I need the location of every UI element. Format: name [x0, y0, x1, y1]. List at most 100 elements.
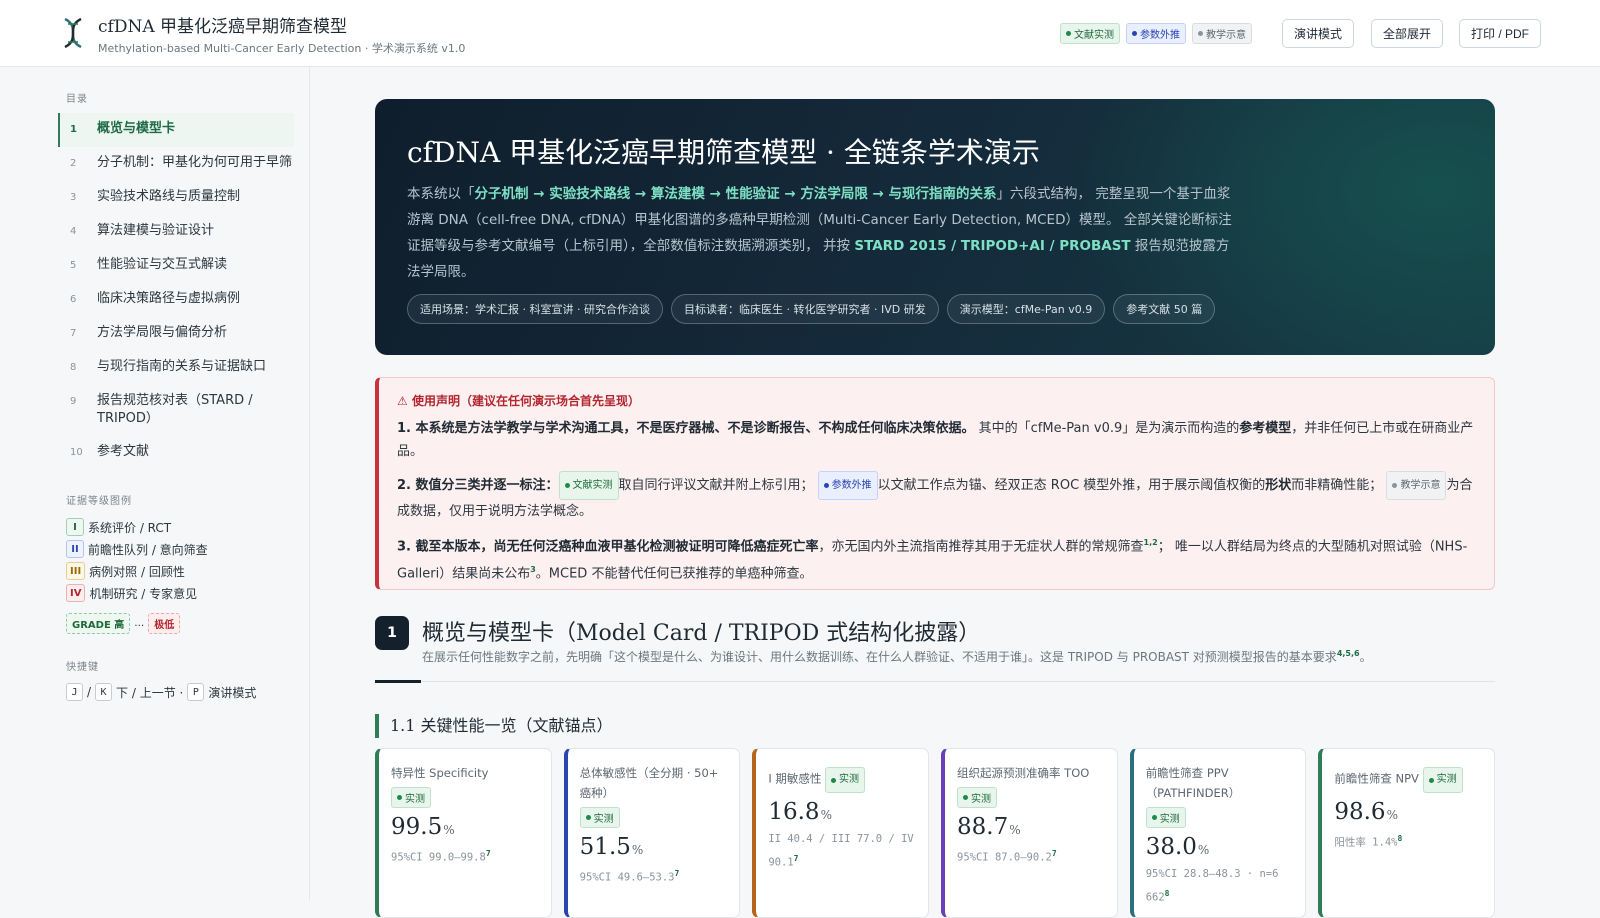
- toc-item-guidelines[interactable]: 8 与现行指南的关系与证据缺口: [58, 351, 294, 385]
- badge-measured: 实测: [957, 787, 998, 808]
- print-pdf-button[interactable]: 打印 / PDF: [1459, 19, 1542, 48]
- table-of-contents: 1 概览与模型卡 2 分子机制：甲基化为何可用于早筛 3 实验技术路线与质量控制 4算…: [58, 113, 294, 470]
- evidence-level-2: II 前瞻性队列 / 意向筛查: [66, 538, 208, 560]
- presentation-mode-button[interactable]: 演讲模式: [1282, 19, 1355, 48]
- hero-tags: 适用场景：学术汇报 · 科室宣讲 · 研究合作洽谈 目标读者：临床医生 · 转化…: [407, 294, 1216, 324]
- toc-heading: 目录: [66, 94, 88, 105]
- badge-measured: 实测: [1145, 807, 1186, 828]
- hero-banner: cfDNA 甲基化泛癌早期筛查模型 · 全链条学术演示 本系统以「分子机制 → …: [375, 99, 1495, 355]
- badge-measured: 实测: [1422, 767, 1463, 793]
- dot-icon: [1198, 31, 1203, 36]
- badge-measured: 实测: [825, 767, 866, 793]
- tag-demo-model: 演示模型：cfMe-Pan v0.9: [946, 294, 1106, 324]
- dot-icon: [963, 795, 969, 800]
- disclaimer-item-3: 3. 截至本版本，尚无任何泛癌种血液甲基化检测被证明可降低癌症死亡率，亦无国内外…: [397, 538, 1468, 582]
- usage-disclaimer: ⚠ 使用声明（建议在任何演示场合首先呈现） 1. 本系统是方法学教学与学术沟通工…: [375, 377, 1495, 590]
- metric-card-too-accuracy: 组织起源预测准确率 TOO 实测 88.7% 95%CI 87.0–90.27: [941, 748, 1118, 918]
- metric-note: 95%CI 49.6–53.37: [579, 869, 680, 884]
- badge-teaching-demo: 教学示意: [1192, 23, 1252, 44]
- badge-measured: 实测: [391, 787, 431, 808]
- dot-icon: [1428, 777, 1434, 783]
- top-header: cfDNA 甲基化泛癌早期筛查模型 Methylation-based Mult…: [0, 0, 1600, 67]
- dot-icon: [1132, 31, 1137, 36]
- toc-item-lab-workflow[interactable]: 3 实验技术路线与质量控制: [58, 181, 294, 215]
- expand-all-button[interactable]: 全部展开: [1371, 19, 1444, 48]
- metric-note: 95%CI 87.0–90.27: [957, 849, 1057, 864]
- metric-card-npv: 前瞻性筛查 NPV 实测 98.6% 阳性率 1.4%8: [1318, 748, 1496, 918]
- metric-card-sensitivity: 总体敏感性（全分期 · 50+ 癌种） 实测 51.5% 95%CI 49.6–…: [563, 748, 741, 918]
- toc-item-algorithm[interactable]: 4 算法建模与验证设计: [58, 215, 294, 249]
- citation-ref[interactable]: 4,5,6: [1337, 649, 1360, 658]
- dot-icon: [823, 483, 829, 488]
- metric-card-specificity: 特异性 Specificity 实测 99.5% 95%CI 99.0–99.8…: [375, 748, 552, 918]
- badge-measured: 实测: [579, 807, 620, 828]
- warning-icon: ⚠: [397, 394, 412, 408]
- key-j: J: [66, 683, 83, 701]
- toc-item-overview[interactable]: 1 概览与模型卡: [58, 113, 294, 147]
- section-title: 概览与模型卡（Model Card / TRIPOD 式结构化披露）: [422, 621, 981, 646]
- toc-item-clinical-pathway[interactable]: 6 临床决策路径与虚拟病例: [58, 283, 294, 317]
- citation-ref[interactable]: 7: [486, 849, 491, 858]
- hero-title: cfDNA 甲基化泛癌早期筛查模型 · 全链条学术演示: [407, 136, 1040, 169]
- keyboard-shortcuts: J / K 下 / 上一节 · P 演讲模式: [66, 683, 256, 701]
- dot-icon: [1151, 815, 1157, 820]
- metric-note: 95%CI 28.8–48.3 · n=6 6628: [1145, 868, 1279, 904]
- citation-ref[interactable]: 7: [794, 854, 799, 863]
- grade-high-badge: GRADE 高: [66, 613, 131, 634]
- metric-cards: 特异性 Specificity 实测 99.5% 95%CI 99.0–99.8…: [375, 748, 1496, 918]
- evidence-legend-heading: 证据等级图例: [66, 496, 132, 507]
- toc-item-checklist[interactable]: 9 报告规范核对表（STARD / TRIPOD）: [58, 385, 294, 436]
- evidence-level-3: III 病例对照 / 回顾性: [66, 560, 208, 582]
- evidence-level-legend: I 系统评价 / RCT II 前瞻性队列 / 意向筛查 III 病例对照 / 回顾性…: [66, 516, 208, 604]
- metric-card-stage1-sensitivity: I 期敏感性 实测 16.8% II 40.4 / III 77.0 / IV …: [752, 748, 930, 918]
- subsection-heading: 1.1 关键性能一览（文献锚点）: [375, 714, 613, 738]
- dot-icon: [397, 795, 402, 800]
- citation-ref[interactable]: 1,2: [1144, 538, 1158, 547]
- citation-ref[interactable]: 8: [1165, 889, 1170, 898]
- citation-ref[interactable]: 7: [675, 869, 680, 878]
- section-number: 1: [375, 616, 409, 650]
- metric-card-ppv: 前瞻性筛查 PPV（PATHFINDER） 实测 38.0% 95%CI 28.…: [1129, 748, 1307, 918]
- evidence-level-1: I 系统评价 / RCT: [66, 516, 208, 538]
- disclaimer-item-2: 2. 数值分三类并逐一标注： 文献实测 取自同行评议文献并附上标引用； 参数外推 以文…: [397, 471, 1476, 523]
- badge-parameter-extrapolated: 参数外推: [817, 471, 878, 500]
- citation-ref[interactable]: 7: [1052, 849, 1057, 858]
- citation-ref[interactable]: 8: [1397, 834, 1402, 843]
- dot-icon: [585, 815, 591, 820]
- evidence-level-4: IV 机制研究 / 专家意见: [66, 582, 208, 604]
- metric-value: 16.8%: [768, 799, 832, 825]
- key-k: K: [95, 683, 113, 701]
- badge-parameter-extrapolated: 参数外推: [1126, 23, 1186, 44]
- hero-description: 本系统以「分子机制 → 实验技术路线 → 算法建模 → 性能验证 → 方法学局限…: [407, 186, 1232, 280]
- metric-value: 38.0%: [1145, 834, 1210, 860]
- toc-item-performance[interactable]: 5 性能验证与交互式解读: [58, 249, 294, 283]
- toc-item-mechanism[interactable]: 2 分子机制：甲基化为何可用于早筛: [58, 147, 294, 181]
- disclaimer-title: ⚠ 使用声明（建议在任何演示场合首先呈现）: [397, 394, 640, 408]
- tag-audience: 目标读者：临床医生 · 转化医学研究者 · IVD 研发: [670, 294, 939, 324]
- metric-value: 88.7%: [957, 814, 1021, 840]
- badge-literature-measured: 文献实测: [1060, 23, 1120, 44]
- app-subtitle: Methylation-based Multi-Cancer Early Det…: [98, 42, 466, 55]
- grade-legend: GRADE 高 … 极低: [66, 613, 181, 634]
- toc-item-limitations[interactable]: 7 方法学局限与偏倚分析: [58, 317, 294, 351]
- badge-teaching-demo: 教学示意: [1386, 471, 1447, 500]
- section-underline: [375, 680, 421, 683]
- key-p: P: [187, 683, 205, 701]
- tag-reference-count: 参考文献 50 篇: [1113, 294, 1216, 324]
- dot-icon: [831, 777, 837, 783]
- metric-value: 51.5%: [579, 834, 644, 860]
- dna-logo-icon: [64, 17, 82, 49]
- metric-note: 阳性率 1.4%8: [1334, 834, 1403, 849]
- tag-scenarios: 适用场景：学术汇报 · 科室宣讲 · 研究合作洽谈: [407, 294, 663, 324]
- data-source-legend: 文献实测 参数外推 教学示意: [1060, 23, 1252, 44]
- badge-literature-measured: 文献实测: [558, 471, 619, 500]
- dot-icon: [1066, 31, 1071, 36]
- metric-note: 95%CI 99.0–99.87: [391, 849, 491, 864]
- section-subtitle: 在展示任何性能数字之前，先明确「这个模型是什么、为谁设计、用什么数据训练、在什么…: [422, 649, 1372, 664]
- section-header: 1 概览与模型卡（Model Card / TRIPOD 式结构化披露） 在展示…: [375, 612, 1495, 683]
- metric-value: 98.6%: [1334, 799, 1398, 825]
- toc-item-references[interactable]: 10 参考文献: [58, 436, 294, 470]
- dot-icon: [1392, 483, 1398, 488]
- shortcuts-heading: 快捷键: [66, 662, 99, 673]
- metric-value: 99.5%: [391, 814, 455, 840]
